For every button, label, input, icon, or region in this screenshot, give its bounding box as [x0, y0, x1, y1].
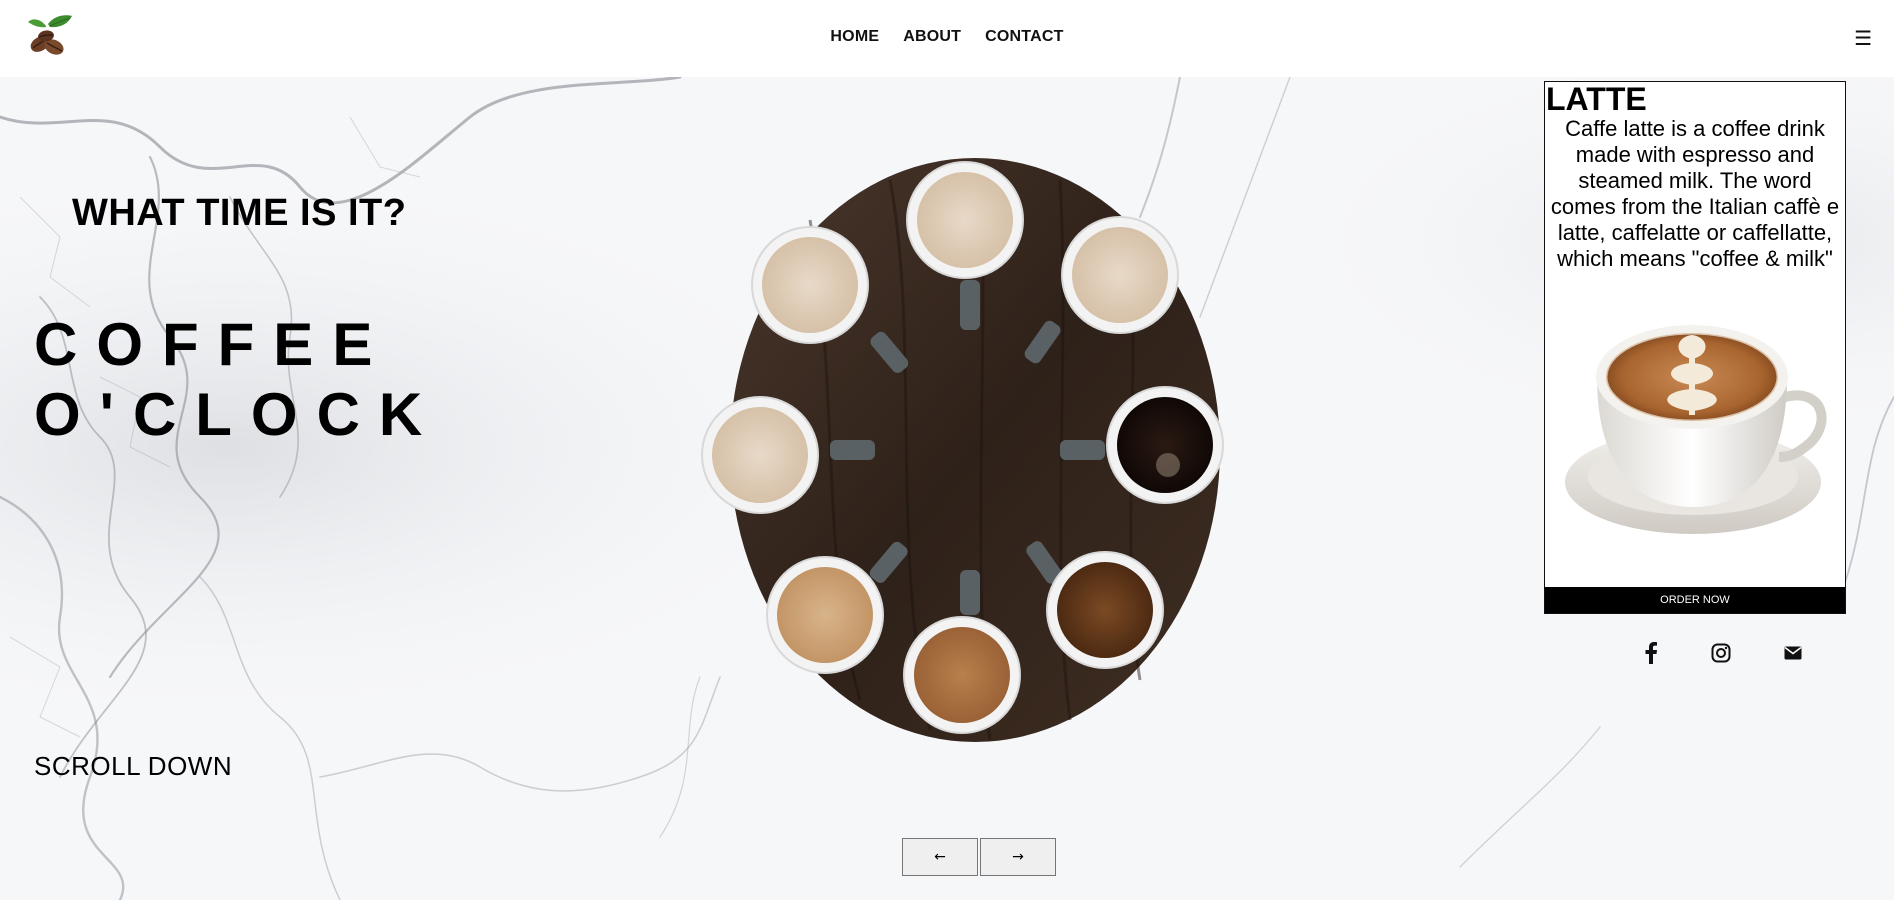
headline-line-1: COFFEE: [34, 311, 392, 378]
hero-headline: COFFEE O'CLOCK: [34, 310, 441, 450]
latte-cup-image: [1565, 325, 1827, 534]
headline-line-2: O'CLOCK: [34, 381, 442, 448]
next-arrow-button[interactable]: →: [980, 838, 1056, 876]
latte-product-card: LATTE Caffe latte is a coffee drink made…: [1544, 81, 1846, 614]
hero-question: WHAT TIME IS IT?: [72, 192, 407, 234]
nav-home-link[interactable]: HOME: [830, 28, 879, 46]
main-nav: HOME ABOUT CONTACT: [0, 0, 1894, 74]
header: HOME ABOUT CONTACT ☰: [0, 0, 1894, 77]
coffee-cups-clock-image: [701, 158, 1224, 742]
nav-contact-link[interactable]: CONTACT: [985, 28, 1063, 46]
order-now-button[interactable]: ORDER NOW: [1545, 587, 1845, 613]
scroll-down-label[interactable]: SCROLL DOWN: [34, 751, 232, 782]
nav-about-link[interactable]: ABOUT: [903, 28, 961, 46]
facebook-icon[interactable]: [1638, 640, 1664, 666]
hamburger-menu-icon[interactable]: ☰: [1854, 26, 1872, 51]
instagram-icon[interactable]: [1708, 640, 1734, 666]
card-description: Caffe latte is a coffee drink made with …: [1550, 116, 1840, 271]
previous-arrow-button[interactable]: ←: [902, 838, 978, 876]
card-title: LATTE: [1546, 81, 1647, 117]
mail-icon[interactable]: [1780, 640, 1806, 666]
